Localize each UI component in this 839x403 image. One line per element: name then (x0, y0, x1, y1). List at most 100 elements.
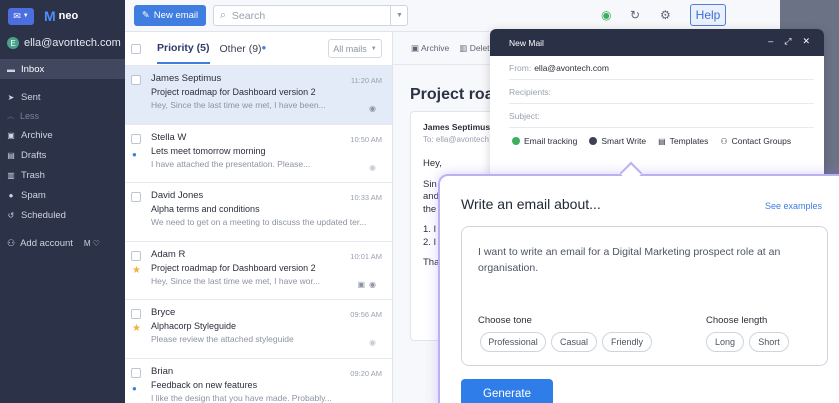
generate-button[interactable]: Generate (461, 379, 553, 403)
mail-row[interactable]: ★ Adam R Project roadmap for Dashboard v… (125, 242, 392, 300)
smart-write-title: Write an email about... (461, 196, 601, 212)
filter-label: All mails (333, 43, 367, 54)
logo-mark-icon: M (44, 8, 56, 24)
trash-icon: ▥ (7, 170, 15, 180)
help-button[interactable]: Help (690, 4, 726, 26)
length-long-chip[interactable]: Long (706, 332, 744, 352)
compose-tools: Email tracking Smart Write ▤ Templates ⚇ C… (490, 128, 824, 154)
sidebar: ✉ ▼ Mneo E ella@avontech.com ▬ Inbox ➤ Se… (0, 0, 125, 403)
eye-icon: ◉ (369, 338, 376, 347)
users-icon: ⚇ (720, 136, 728, 146)
mail-row[interactable]: James Septimus Project roadmap for Dashb… (125, 66, 392, 125)
mail-row[interactable]: ● Stella W Lets meet tomorrow morning I … (125, 125, 392, 183)
mail-time: 10:50 AM (350, 134, 382, 144)
mail-checkbox[interactable] (131, 250, 141, 261)
mail-subject: Feedback on new features (151, 379, 258, 390)
length-short-chip[interactable]: Short (749, 332, 789, 352)
status-icon[interactable]: ◉ (601, 8, 611, 22)
add-account-button[interactable]: ⚇ Add account M ♡ (0, 233, 125, 253)
tone-casual-chip[interactable]: Casual (551, 332, 597, 352)
mail-subject: Alphacorp Styleguide (151, 321, 237, 331)
tool-label: Smart Write (601, 136, 647, 146)
contact-groups-button[interactable]: ⚇ Contact Groups (720, 136, 791, 146)
prompt-text[interactable]: I want to write an email for a Digital M… (478, 244, 808, 276)
email-tracking-button[interactable]: Email tracking (512, 136, 577, 146)
logo: Mneo (44, 8, 78, 24)
less-label: Less (20, 111, 40, 121)
gear-icon[interactable]: ⚙ (660, 8, 671, 22)
trash-icon: ▥ (459, 42, 468, 53)
search-input[interactable]: ⌕ Search (213, 5, 408, 26)
mail-preview: Hey, Since the last time we met, I have … (151, 275, 320, 286)
calendar-icon: ▣ (357, 279, 366, 289)
new-email-button[interactable]: ✎ New email (134, 5, 206, 26)
mail-row-icons: ◉ (369, 338, 376, 347)
mail-row-icons: ◉ (369, 104, 376, 113)
sidebar-item-label: Inbox (21, 63, 45, 75)
tone-friendly-chip[interactable]: Friendly (602, 332, 652, 352)
sidebar-item-label: Sent (21, 91, 41, 103)
sidebar-item-archive[interactable]: ▣ Archive (0, 125, 125, 145)
new-mail-header: New Mail – ⤢ ✕ (490, 29, 824, 56)
templates-button[interactable]: ▤ Templates (658, 136, 708, 146)
archive-button[interactable]: ▣ Archive (411, 43, 449, 54)
search-options-dropdown[interactable]: ▼ (390, 5, 408, 26)
tab-other[interactable]: Other (9)● (220, 43, 267, 55)
sidebar-item-label: Trash (21, 169, 45, 181)
sidebar-item-sent[interactable]: ➤ Sent (0, 87, 125, 107)
delete-button[interactable]: ▥ Delet (459, 43, 489, 54)
sidebar-header: ✉ ▼ Mneo (0, 0, 125, 32)
from-field[interactable]: From: ella@avontech.com (509, 56, 814, 80)
length-label: Choose length (706, 315, 768, 326)
smart-write-button[interactable]: Smart Write (589, 136, 646, 146)
subject-field[interactable]: Subject: (509, 104, 814, 128)
sidebar-item-drafts[interactable]: ▤ Drafts (0, 145, 125, 165)
see-examples-link[interactable]: See examples (765, 201, 822, 211)
mail-tabs: Priority (5) Other (9)● All mails ▼ (125, 32, 392, 66)
tab-priority[interactable]: Priority (5) (157, 42, 210, 64)
mail-preview: We need to get on a meeting to discuss t… (151, 217, 366, 227)
close-icon[interactable]: ✕ (802, 36, 810, 47)
search-placeholder: Search (231, 9, 266, 22)
new-mail-window: New Mail – ⤢ ✕ From: ella@avontech.com R… (490, 29, 824, 189)
sidebar-less-toggle[interactable]: ︿ Less (0, 107, 125, 125)
mail-row-icons: ▣ ◉ (357, 280, 376, 289)
chevron-up-icon: ︿ (7, 113, 14, 120)
mail-checkbox[interactable] (131, 75, 141, 85)
account-switcher[interactable]: E ella@avontech.com (0, 32, 125, 54)
mail-checkbox[interactable] (131, 133, 141, 144)
account-email: ella@avontech.com (24, 37, 121, 49)
recipients-field[interactable]: Recipients: (509, 80, 814, 104)
chevron-down-icon: ▼ (22, 13, 29, 19)
expand-icon[interactable]: ⤢ (784, 36, 791, 47)
star-icon[interactable]: ★ (132, 323, 141, 334)
tool-label: Templates (669, 136, 709, 146)
select-all-checkbox[interactable] (131, 43, 141, 54)
mail-row[interactable]: ● Brian Feedback on new features I like … (125, 359, 392, 403)
unread-dot-icon: ● (132, 383, 137, 393)
mail-filter-dropdown[interactable]: All mails ▼ (328, 39, 382, 58)
refresh-icon[interactable]: ↻ (630, 8, 640, 22)
mail-checkbox[interactable] (131, 192, 141, 202)
tone-professional-chip[interactable]: Professional (480, 332, 546, 352)
mail-preview: Hey, Since the last time we met, I have … (151, 100, 326, 110)
star-icon[interactable]: ★ (132, 265, 141, 276)
from-label: From: (509, 62, 532, 73)
mail-row[interactable]: ★ Bryce Alphacorp Styleguide Please revi… (125, 300, 392, 359)
mail-row[interactable]: David Jones Alpha terms and conditions W… (125, 183, 392, 242)
sidebar-item-scheduled[interactable]: ↺ Scheduled (0, 205, 125, 225)
mail-checkbox[interactable] (131, 367, 141, 378)
mail-time: 11:20 AM (350, 76, 382, 85)
from-value: ella@avontech.com (534, 62, 609, 73)
sidebar-item-inbox[interactable]: ▬ Inbox (0, 59, 125, 79)
eye-icon: ◉ (369, 162, 376, 172)
sidebar-item-spam[interactable]: ● Spam (0, 185, 125, 205)
smart-write-panel: Write an email about... See examples I w… (438, 174, 839, 403)
app-switcher-button[interactable]: ✉ ▼ (8, 7, 34, 25)
sidebar-item-trash[interactable]: ▥ Trash (0, 165, 125, 185)
minimize-icon[interactable]: – (768, 36, 773, 47)
prompt-box[interactable]: I want to write an email for a Digital M… (461, 226, 828, 366)
mail-checkbox[interactable] (131, 309, 141, 319)
unread-dot-icon: ● (261, 42, 267, 52)
mail-time: 10:01 AM (350, 251, 382, 261)
